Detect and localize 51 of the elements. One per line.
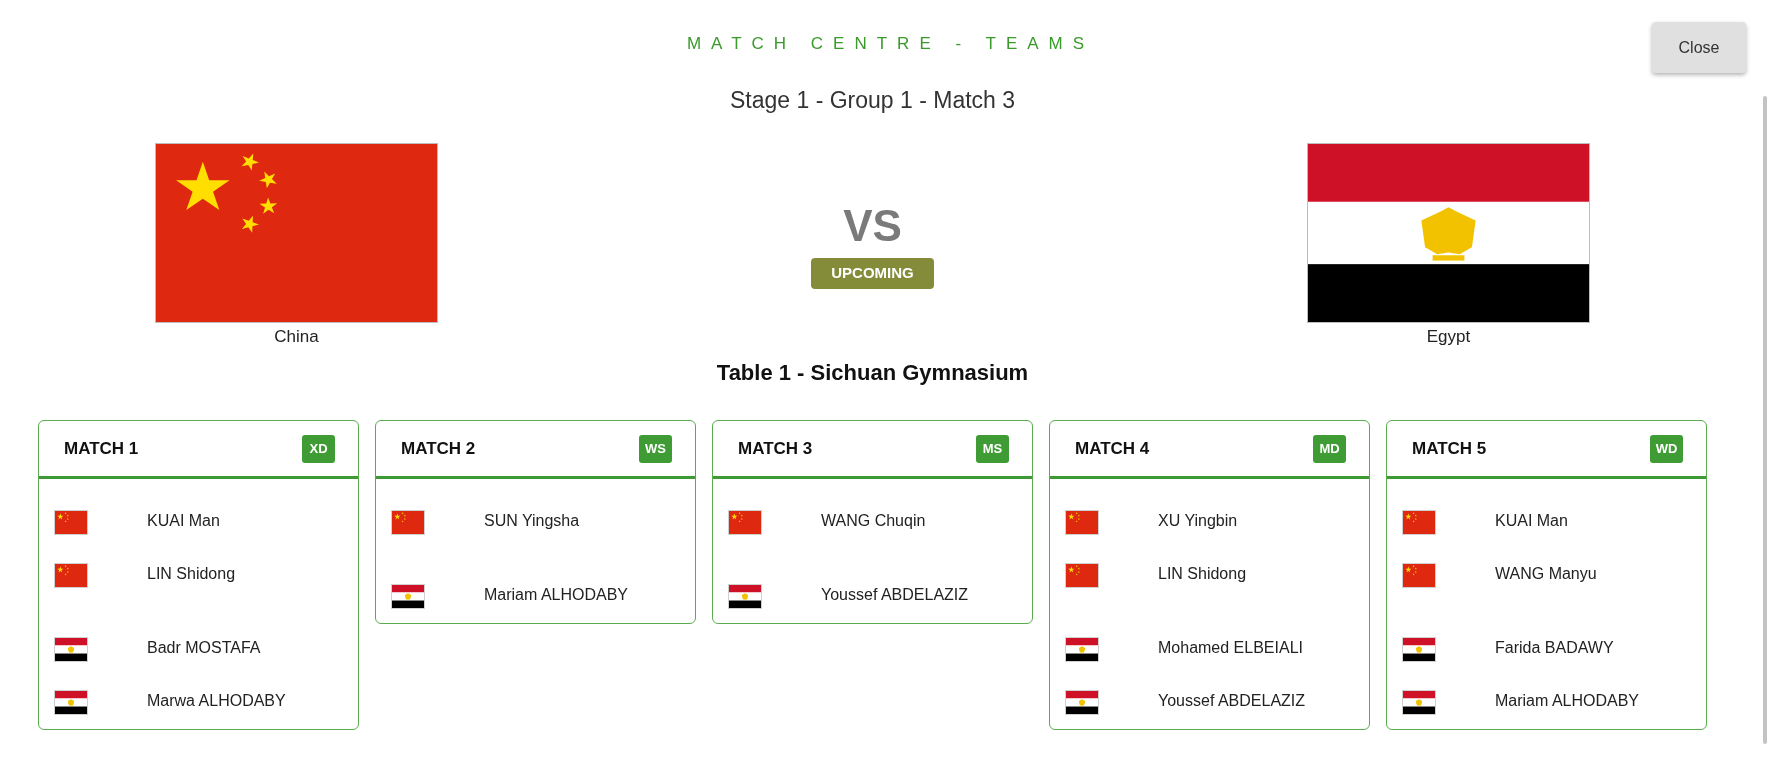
player-name: KUAI Man [147, 510, 220, 531]
player-name: KUAI Man [1495, 510, 1568, 531]
flag-icon [1402, 690, 1436, 715]
player-name: WANG Chuqin [821, 510, 926, 531]
match-title: MATCH 3 [738, 437, 813, 460]
flag-icon [728, 584, 762, 609]
player-name: Farida BADAWY [1495, 637, 1614, 658]
match-title: MATCH 5 [1412, 437, 1487, 460]
event-badge: MD [1313, 434, 1346, 463]
flag-icon [728, 510, 762, 535]
event-badge: WD [1650, 434, 1683, 463]
flag-icon [1065, 563, 1099, 588]
player-name: LIN Shidong [147, 563, 236, 584]
flag-icon [1065, 510, 1099, 535]
team-name: China [274, 327, 319, 347]
player-name: Youssef ABDELAZIZ [1158, 690, 1306, 711]
match-title: MATCH 1 [64, 437, 139, 460]
match-title: MATCH 4 [1075, 437, 1150, 460]
player-name: SUN Yingsha [484, 510, 580, 531]
status-badge: UPCOMING [811, 258, 934, 289]
flag-icon [1402, 563, 1436, 588]
player-name: Mariam ALHODABY [484, 584, 629, 605]
flag-icon [54, 563, 88, 588]
close-button[interactable]: Close [1652, 22, 1746, 73]
flag-icon [1402, 637, 1436, 662]
flag-icon [54, 510, 88, 535]
player-name: Mariam ALHODABY [1495, 690, 1640, 711]
player-name: WANG Manyu [1495, 563, 1597, 584]
flag-icon [1402, 510, 1436, 535]
match-subtitle: Stage 1 - Group 1 - Match 3 [729, 86, 1016, 114]
player-name: LIN Shidong [1158, 563, 1247, 584]
page-title: MATCH CENTRE - TEAMS [686, 34, 1095, 54]
team-name: Egypt [1426, 327, 1471, 347]
venue-title: Table 1 - Sichuan Gymnasium [716, 359, 1029, 387]
flag-icon [1065, 637, 1099, 662]
flag-icon [54, 637, 88, 662]
flag-icon [391, 584, 425, 609]
match-title: MATCH 2 [401, 437, 476, 460]
player-name: Mohamed ELBEIALI [1158, 637, 1303, 658]
flag-icon [54, 690, 88, 715]
player-name: Youssef ABDELAZIZ [821, 584, 969, 605]
flag-icon [1065, 690, 1099, 715]
scrollbar-thumb[interactable] [1763, 96, 1767, 744]
player-name: XU Yingbin [1158, 510, 1238, 531]
player-name: Marwa ALHODABY [147, 690, 286, 711]
event-badge: MS [976, 434, 1009, 463]
event-badge: WS [639, 434, 672, 463]
versus-label: VS [843, 202, 902, 250]
event-badge: XD [302, 434, 335, 463]
player-name: Badr MOSTAFA [147, 637, 261, 658]
flag-icon [391, 510, 425, 535]
